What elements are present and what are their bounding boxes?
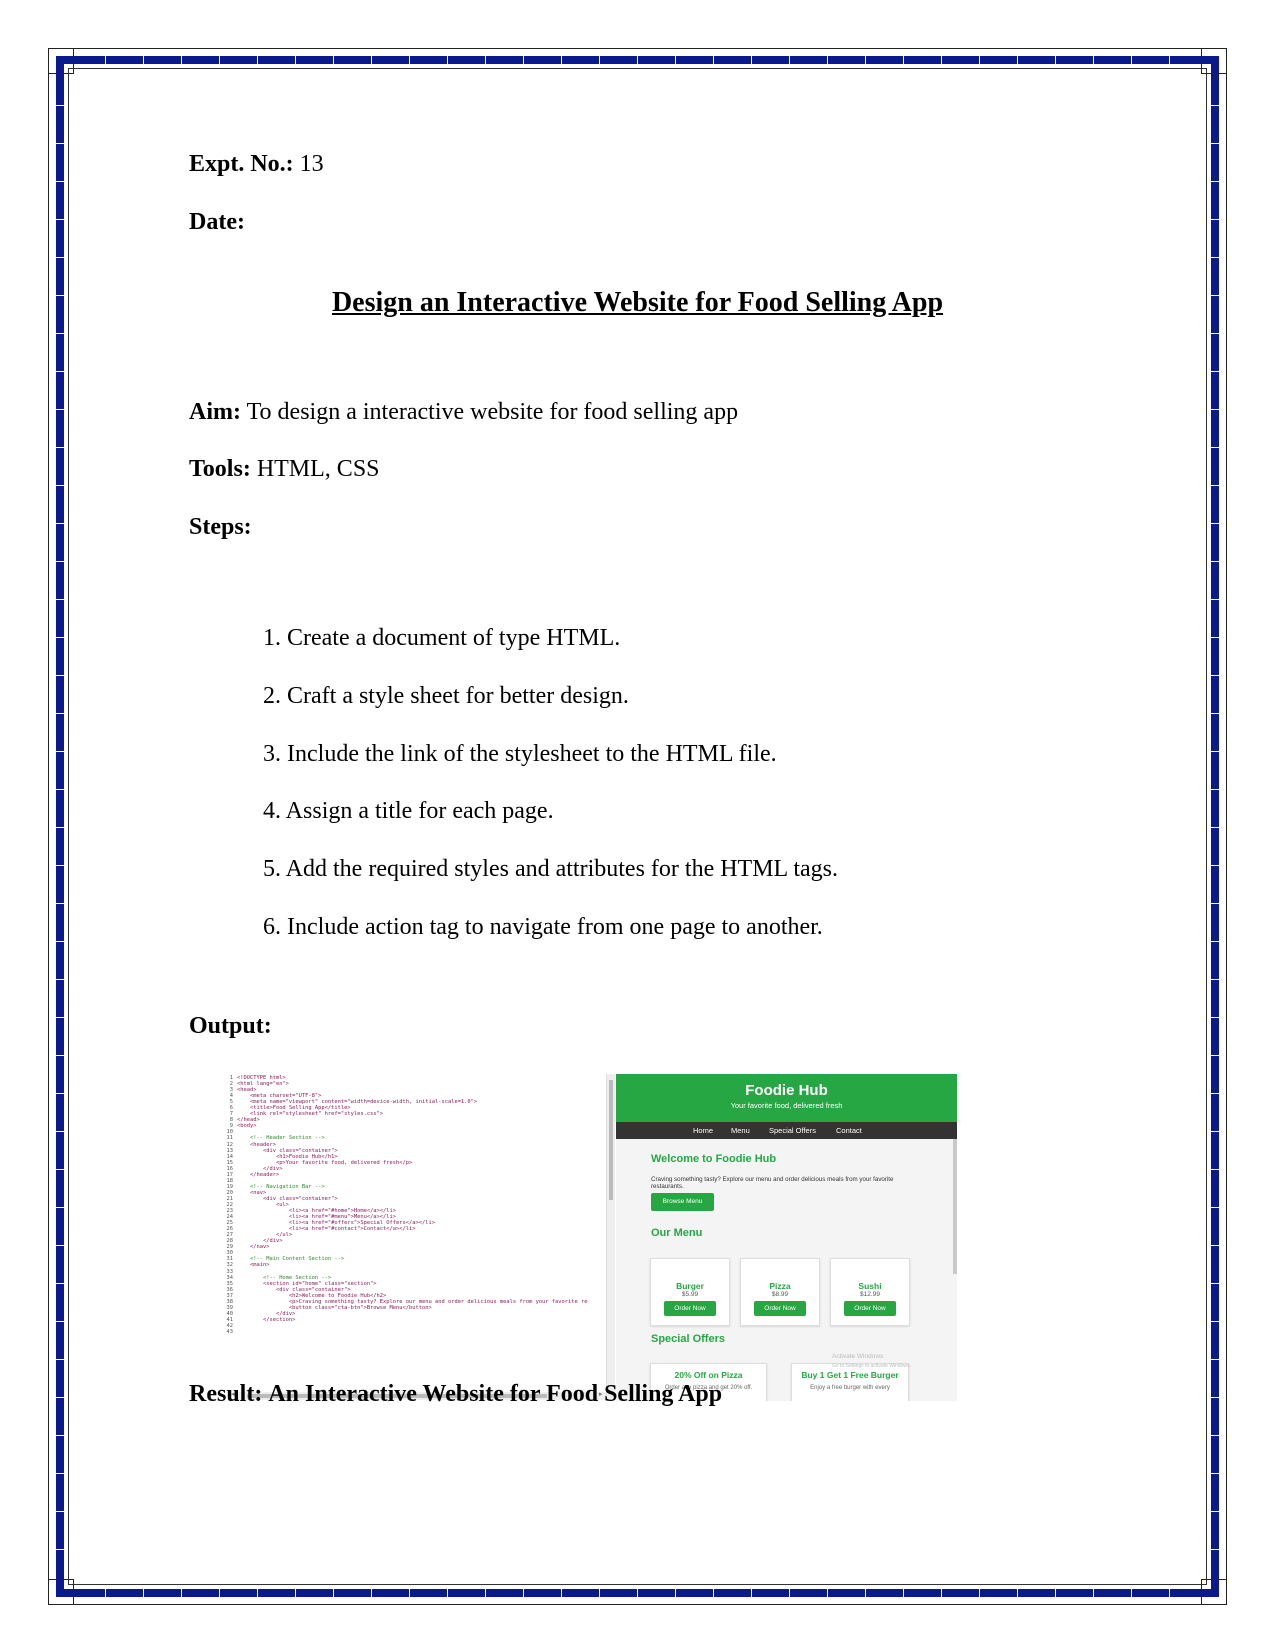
menu-heading: Our Menu xyxy=(651,1227,703,1239)
steps-label: Steps: xyxy=(189,514,252,540)
aim-text: To design a interactive website for food… xyxy=(246,399,739,425)
border-pattern-bottom xyxy=(68,1589,1207,1597)
code-line: <p>Craving something tasty? Explore our … xyxy=(237,1298,588,1305)
menu-item-price: $5.99 xyxy=(681,1291,699,1298)
tools-label: Tools: xyxy=(189,456,251,482)
page-title: Design an Interactive Website for Food S… xyxy=(331,287,944,318)
corner-ornament-bottom-left xyxy=(48,1579,74,1605)
nav-link-contact[interactable]: Contact xyxy=(836,1126,862,1135)
steps-list: 1. Create a document of type HTML. 2. Cr… xyxy=(263,625,838,972)
menu-item-price: $8.99 xyxy=(771,1291,789,1298)
offer-title: Buy 1 Get 1 Free Burger xyxy=(801,1370,899,1380)
preview-scrollbar[interactable] xyxy=(953,1139,957,1274)
line-number: 43 xyxy=(226,1328,234,1335)
tools-line: Tools: HTML, CSS xyxy=(189,456,380,483)
offer-text: Enjoy a free burger with every xyxy=(810,1385,890,1391)
welcome-heading: Welcome to Foodie Hub xyxy=(651,1153,777,1165)
site-header: Foodie Hub Your favorite food, delivered… xyxy=(616,1074,957,1122)
order-now-button[interactable]: Order Now xyxy=(664,1301,716,1316)
website-preview: Foodie Hub Your favorite food, delivered… xyxy=(616,1074,957,1401)
corner-ornament-top-right xyxy=(1201,48,1227,74)
expt-label: Expt. No.: xyxy=(189,151,294,177)
menu-item-name: Pizza xyxy=(769,1281,791,1291)
line-numbers: 1 2 3 4 5 6 7 8 9 10 11 12 13 14 15 16 17 18 19 20 21 22 23 24 2… xyxy=(211,1075,234,1335)
activate-windows-subtext: Go to Settings to activate Windows. xyxy=(832,1363,911,1369)
expt-value: 13 xyxy=(299,151,324,177)
date-label: Date: xyxy=(189,209,245,235)
aim-label: Aim: xyxy=(189,399,241,425)
menu-item-name: Burger xyxy=(676,1281,704,1291)
corner-ornament-top-left xyxy=(48,48,74,74)
menu-card-pizza: Pizza $8.99 Order Now xyxy=(740,1258,820,1326)
step-item: 4. Assign a title for each page. xyxy=(263,798,554,825)
border-pattern-top xyxy=(68,56,1207,64)
menu-card-burger: Burger $5.99 Order Now xyxy=(650,1258,730,1326)
step-item: 2. Craft a style sheet for better design… xyxy=(263,682,629,709)
menu-item-price: $12.99 xyxy=(860,1291,880,1298)
step-item: 5. Add the required styles and attribute… xyxy=(263,856,838,883)
editor-vertical-scrollbar[interactable] xyxy=(606,1074,615,1401)
menu-item-name: Sushi xyxy=(858,1281,882,1291)
menu-card-sushi: Sushi $12.99 Order Now xyxy=(830,1258,910,1326)
nav-link-special-offers[interactable]: Special Offers xyxy=(769,1126,816,1135)
site-nav: Home Menu Special Offers Contact xyxy=(616,1122,957,1139)
output-label: Output: xyxy=(189,1013,272,1039)
order-now-button[interactable]: Order Now xyxy=(754,1301,806,1316)
offer-title: 20% Off on Pizza xyxy=(674,1370,743,1380)
result-label: Result: xyxy=(189,1381,263,1407)
result-text: An Interactive Website for Food Selling … xyxy=(268,1381,723,1407)
step-item: 1. Create a document of type HTML. xyxy=(263,625,621,651)
step-item: 6. Include action tag to navigate from o… xyxy=(263,913,823,940)
site-tagline: Your favorite food, delivered fresh xyxy=(730,1101,843,1110)
site-title: Foodie Hub xyxy=(745,1082,828,1099)
browse-menu-button[interactable]: Browse Menu xyxy=(651,1193,714,1211)
welcome-text: Craving something tasty? Explore our men… xyxy=(651,1176,894,1190)
corner-ornament-bottom-right xyxy=(1201,1579,1227,1605)
expt-number: Expt. No.: 13 xyxy=(189,151,324,178)
order-now-button[interactable]: Order Now xyxy=(844,1301,896,1316)
offers-heading: Special Offers xyxy=(651,1333,725,1345)
activate-windows-watermark: Activate Windows xyxy=(832,1353,884,1360)
code-text: <!DOCTYPE html> <html lang="en"> <head> <m… xyxy=(237,1075,606,1335)
nav-link-home[interactable]: Home xyxy=(693,1126,713,1135)
nav-link-menu[interactable]: Menu xyxy=(731,1126,750,1135)
output-screenshot: 1 2 3 4 5 6 7 8 9 10 11 12 13 14 15 16 17 18 19 20 21 22 23 24 2… xyxy=(211,1074,957,1401)
aim-line: Aim: To design a interactive website for… xyxy=(189,399,738,426)
code-editor: 1 2 3 4 5 6 7 8 9 10 11 12 13 14 15 16 17 18 19 20 21 22 23 24 2… xyxy=(211,1074,606,1401)
step-item: 3. Include the link of the stylesheet to… xyxy=(263,740,777,767)
tools-text: HTML, CSS xyxy=(256,456,380,482)
result-line: Result: An Interactive Website for Food … xyxy=(189,1381,722,1408)
